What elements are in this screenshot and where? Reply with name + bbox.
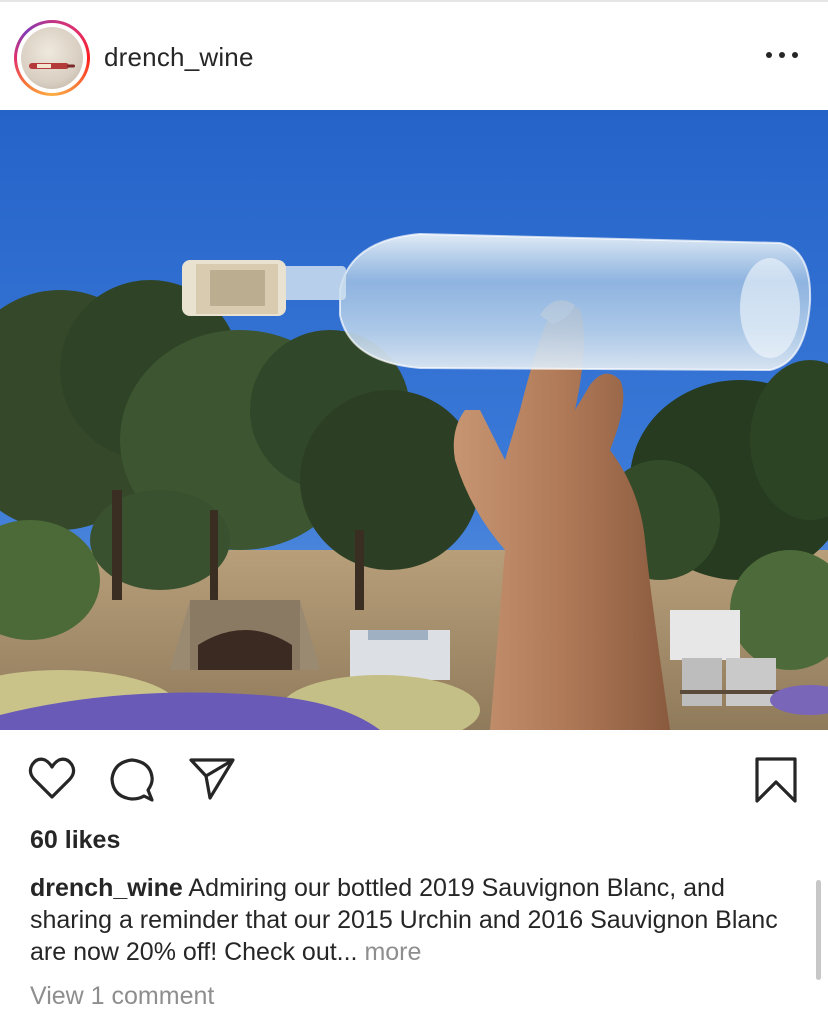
heart-icon[interactable] xyxy=(28,756,76,800)
truck xyxy=(350,630,450,680)
scrollbar[interactable] xyxy=(816,880,821,980)
cellar-entrance xyxy=(170,600,320,670)
post-caption: drench_wine Admiring our bottled 2019 Sa… xyxy=(30,872,800,968)
paper-plane-icon[interactable] xyxy=(188,756,236,802)
comment-icon[interactable] xyxy=(108,756,156,804)
post-photo[interactable] xyxy=(0,110,828,730)
view-comments-link[interactable]: View 1 comment xyxy=(30,982,214,1011)
post-username[interactable]: drench_wine xyxy=(104,42,254,73)
avatar[interactable] xyxy=(21,27,83,89)
caption-username[interactable]: drench_wine xyxy=(30,874,183,902)
caption-more-link[interactable]: more xyxy=(364,938,421,966)
more-horizontal-icon[interactable] xyxy=(766,50,800,60)
likes-count[interactable]: 60 likes xyxy=(30,826,120,855)
post-actions xyxy=(0,730,828,820)
story-ring[interactable] xyxy=(14,20,90,96)
avatar-bottle-image xyxy=(29,63,75,69)
post-header: drench_wine xyxy=(0,2,828,108)
bookmark-icon[interactable] xyxy=(754,756,798,804)
